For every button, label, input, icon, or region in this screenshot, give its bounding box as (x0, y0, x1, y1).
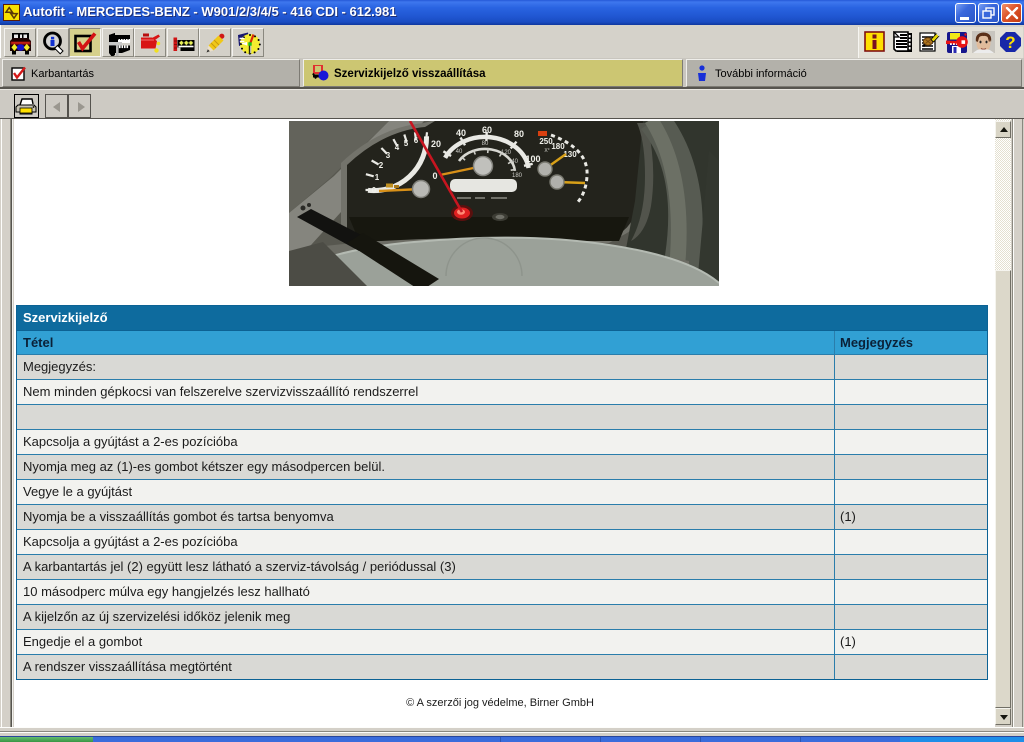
svg-text:20: 20 (431, 139, 441, 149)
svg-text:80: 80 (514, 129, 524, 139)
svg-text:180: 180 (512, 173, 523, 179)
svg-text:1: 1 (375, 173, 380, 182)
svg-text:X°: X° (544, 148, 549, 154)
svg-text:2: 2 (379, 161, 384, 170)
svg-text:7: 7 (424, 136, 429, 145)
svg-text:60: 60 (482, 125, 492, 135)
svg-text:100: 100 (525, 154, 540, 164)
svg-text:?: ? (1005, 33, 1015, 52)
svg-text:40: 40 (456, 128, 466, 138)
svg-text:0: 0 (372, 186, 377, 195)
svg-text:140: 140 (508, 159, 519, 165)
svg-text:80: 80 (482, 141, 489, 147)
svg-text:3: 3 (386, 151, 391, 160)
svg-text:120: 120 (501, 150, 512, 156)
svg-text:0: 0 (432, 171, 437, 181)
svg-text:40: 40 (456, 149, 463, 155)
svg-text:4: 4 (395, 143, 400, 152)
svg-text:5: 5 (404, 139, 409, 148)
